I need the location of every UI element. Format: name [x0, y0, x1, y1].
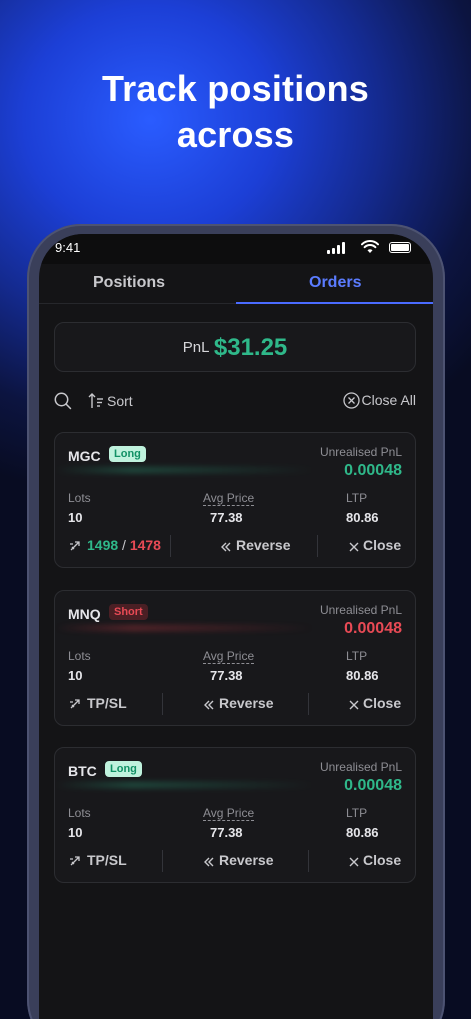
position-card-mgc[interactable]: MGC Long Unrealised PnL 0.00048 Lots 10 … [54, 432, 416, 568]
side-badge: Long [105, 761, 142, 777]
close-button[interactable]: Close [349, 537, 401, 553]
card-actions: 1498 / 1478 Reverse Close [55, 535, 415, 557]
position-card-btc[interactable]: BTC Long Unrealised PnL 0.00048 Lots 10 … [54, 747, 416, 883]
search-icon[interactable] [54, 392, 72, 410]
divider [162, 850, 163, 872]
symbol: MGC [68, 448, 101, 464]
pnl-value: $31.25 [213, 334, 288, 361]
card-glow [55, 625, 315, 631]
close-button[interactable]: Close [349, 852, 401, 868]
list-toolbar: Sort Close All [54, 390, 416, 414]
tpsl-button[interactable]: 1498 / 1478 [69, 537, 161, 553]
lots-label: Lots [68, 649, 91, 663]
pnl-label: PnL [182, 339, 210, 356]
tab-orders[interactable]: Orders [309, 274, 361, 292]
headline-line-1: Track positions [101, 68, 370, 109]
status-time: 9:41 [55, 240, 81, 255]
rewind-icon [204, 700, 214, 710]
sort-icon [88, 393, 103, 408]
status-bar: 9:41 [39, 234, 433, 264]
rewind-icon [221, 542, 231, 552]
close-button[interactable]: Close [349, 695, 401, 711]
unrealised-pnl-label: Unrealised PnL [319, 445, 402, 459]
close-icon [349, 542, 359, 552]
tpsl-button[interactable]: TP/SL [69, 852, 127, 868]
avg-price-value: 77.38 [210, 825, 243, 840]
ltp-value: 80.86 [346, 825, 379, 840]
card-actions: TP/SL Reverse Close [55, 693, 415, 715]
unrealised-pnl-label: Unrealised PnL [319, 760, 402, 774]
lots-value: 10 [68, 510, 83, 525]
close-label: Close [363, 537, 402, 553]
avg-price-label[interactable]: Avg Price [203, 491, 255, 506]
target-arrow-icon [70, 699, 80, 709]
symbol: MNQ [68, 606, 101, 622]
pnl-summary: PnL $31.25 [54, 322, 416, 372]
ltp-label: LTP [346, 806, 368, 820]
reverse-button[interactable]: Reverse [220, 537, 291, 553]
close-all-label: Close All [361, 392, 416, 408]
tpsl-button[interactable]: TP/SL [69, 695, 127, 711]
card-glow [55, 467, 315, 473]
reverse-label: Reverse [219, 852, 274, 868]
tp-value: 1498 [87, 537, 119, 553]
close-circle-icon [342, 392, 360, 409]
ltp-value: 80.86 [346, 668, 379, 683]
divider [162, 693, 163, 715]
ltp-label: LTP [346, 649, 368, 663]
unrealised-pnl-label: Unrealised PnL [319, 603, 402, 617]
tpsl-label: TP/SL [87, 695, 127, 711]
sort-label: Sort [107, 393, 133, 409]
unrealised-pnl-value: 0.00048 [344, 620, 402, 637]
app-screen: 9:41 Positions Orders PnL $31.25 Sort Cl… [39, 234, 433, 1019]
avg-price-label[interactable]: Avg Price [203, 649, 255, 664]
reverse-label: Reverse [219, 695, 274, 711]
avg-price-value: 77.38 [210, 510, 243, 525]
target-arrow-icon [70, 856, 80, 866]
close-icon [349, 700, 359, 710]
lots-value: 10 [68, 668, 83, 683]
symbol: BTC [68, 763, 97, 779]
card-glow [55, 782, 315, 788]
reverse-button[interactable]: Reverse [203, 695, 274, 711]
position-card-mnq[interactable]: MNQ Short Unrealised PnL 0.00048 Lots 10… [54, 590, 416, 726]
side-badge: Long [109, 446, 146, 462]
lots-value: 10 [68, 825, 83, 840]
rewind-icon [204, 857, 214, 867]
close-all-button[interactable]: Close All [342, 392, 416, 409]
target-arrow-icon [70, 541, 80, 551]
avg-price-label[interactable]: Avg Price [203, 806, 255, 821]
ltp-label: LTP [346, 491, 368, 505]
tab-bar: Positions Orders [39, 264, 433, 304]
divider [308, 850, 309, 872]
close-icon [349, 857, 359, 867]
lots-label: Lots [68, 806, 91, 820]
unrealised-pnl-value: 0.00048 [344, 462, 402, 479]
reverse-button[interactable]: Reverse [203, 852, 274, 868]
active-tab-indicator [236, 302, 433, 304]
headline: Track positions across [0, 66, 471, 158]
battery-icon [389, 242, 411, 253]
avg-price-value: 77.38 [210, 668, 243, 683]
signal-icon [327, 242, 347, 254]
card-actions: TP/SL Reverse Close [55, 850, 415, 872]
divider [170, 535, 171, 557]
ltp-value: 80.86 [346, 510, 379, 525]
sort-button[interactable]: Sort [88, 392, 133, 409]
close-label: Close [363, 852, 402, 868]
wifi-icon [361, 240, 379, 253]
sl-value: 1478 [129, 537, 161, 553]
side-badge: Short [109, 604, 148, 620]
close-label: Close [363, 695, 402, 711]
divider [317, 535, 318, 557]
tab-positions[interactable]: Positions [93, 274, 165, 292]
lots-label: Lots [68, 491, 91, 505]
unrealised-pnl-value: 0.00048 [344, 777, 402, 794]
headline-line-2: across [176, 114, 295, 155]
divider [308, 693, 309, 715]
reverse-label: Reverse [236, 537, 291, 553]
tpsl-label: TP/SL [87, 852, 127, 868]
tp-sl-separator: / [122, 537, 126, 553]
